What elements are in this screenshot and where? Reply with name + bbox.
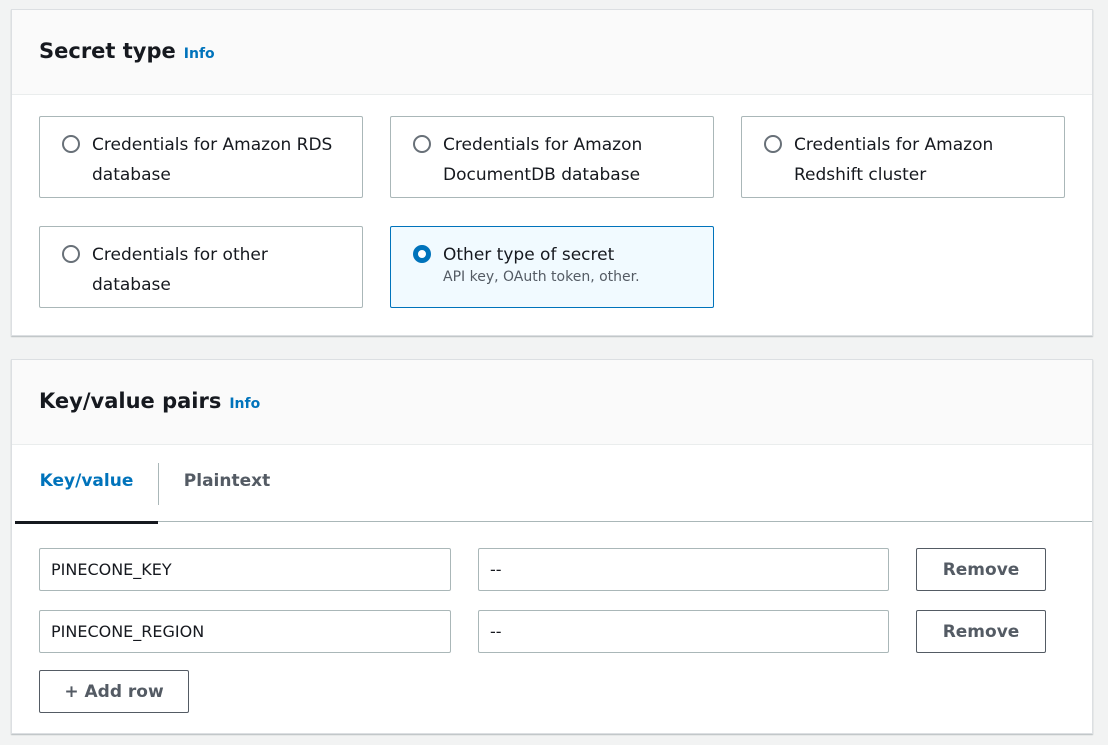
secret-type-option-label: Credentials for Amazon RDS database bbox=[92, 135, 333, 185]
key-value-info-link[interactable]: Info bbox=[229, 396, 260, 412]
key-value-title: Key/value pairs Info bbox=[39, 389, 261, 413]
secret-type-title: Secret type Info bbox=[39, 39, 215, 63]
secret-type-info-link[interactable]: Info bbox=[184, 46, 215, 62]
radio-button-selected[interactable] bbox=[413, 245, 431, 263]
radio-button[interactable] bbox=[764, 135, 782, 153]
value-input[interactable] bbox=[478, 610, 889, 653]
tab-key-value[interactable]: Key/value bbox=[15, 460, 158, 524]
key-value-header: Key/value pairs Info bbox=[12, 360, 1092, 445]
secret-type-option-label: Credentials for Amazon DocumentDB databa… bbox=[443, 135, 643, 185]
remove-row-button[interactable]: Remove bbox=[916, 610, 1046, 653]
secret-type-option-description: API key, OAuth token, other. bbox=[443, 269, 640, 285]
tab-plaintext[interactable]: Plaintext bbox=[159, 460, 295, 522]
secret-type-header: Secret type Info bbox=[12, 10, 1092, 95]
secret-type-panel: Secret type Info Credentials for Amazon R… bbox=[11, 9, 1093, 336]
secret-type-option-label: Other type of secret bbox=[443, 245, 615, 265]
secret-type-option-documentdb[interactable]: Credentials for Amazon DocumentDB databa… bbox=[390, 116, 714, 198]
secret-type-option-label: Credentials for Amazon Redshift cluster bbox=[794, 135, 994, 185]
secret-type-option-rds[interactable]: Credentials for Amazon RDS database bbox=[39, 116, 363, 198]
secret-type-option-other-database[interactable]: Credentials for other database bbox=[39, 226, 363, 308]
remove-row-button[interactable]: Remove bbox=[916, 548, 1046, 591]
secret-type-option-redshift[interactable]: Credentials for Amazon Redshift cluster bbox=[741, 116, 1065, 198]
secret-type-option-label: Credentials for other database bbox=[92, 245, 268, 295]
radio-button[interactable] bbox=[62, 245, 80, 263]
key-value-panel: Key/value pairs Info Key/value Plaintext … bbox=[11, 359, 1093, 734]
add-row-button[interactable]: + Add row bbox=[39, 670, 189, 713]
value-input[interactable] bbox=[478, 548, 889, 591]
radio-button[interactable] bbox=[413, 135, 431, 153]
key-value-tabs: Key/value Plaintext bbox=[15, 460, 1092, 524]
key-input[interactable] bbox=[39, 610, 451, 653]
radio-button[interactable] bbox=[62, 135, 80, 153]
secret-type-option-other-secret[interactable]: Other type of secret API key, OAuth toke… bbox=[390, 226, 714, 308]
key-input[interactable] bbox=[39, 548, 451, 591]
